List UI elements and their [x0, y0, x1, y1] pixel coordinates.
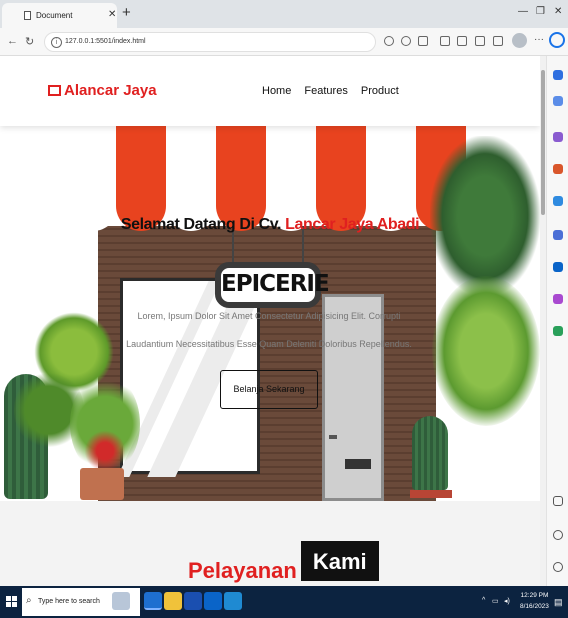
hero-section: EPICERIE Selamat Datang Di Cv. Lancar Ja…	[0, 126, 540, 501]
minimize-icon[interactable]: —	[518, 6, 528, 17]
services-title-red: Pelayanan	[188, 558, 297, 583]
new-tab-button[interactable]: +	[122, 4, 131, 21]
zoom-icon[interactable]	[401, 36, 411, 46]
windows-taskbar: ⌕ Type here to search ^ ▭ ◂) 12:29 PM 8/…	[0, 586, 568, 618]
brand-name: Alancar Jaya	[64, 82, 157, 99]
shopping-icon[interactable]	[553, 164, 563, 174]
discover-icon[interactable]	[553, 70, 563, 80]
search-sidebar-icon[interactable]	[553, 96, 563, 106]
maximize-icon[interactable]: ❐	[536, 6, 545, 17]
tab-title: Document	[36, 11, 73, 20]
volume-icon[interactable]: ◂)	[504, 597, 510, 605]
hero-description: Lorem, Ipsum Dolor Sit Amet Consectetur …	[126, 311, 412, 349]
refresh-icon[interactable]: ↻	[25, 35, 34, 48]
tab-document[interactable]: Document ✕	[2, 3, 117, 28]
games-icon[interactable]	[553, 196, 563, 206]
shop-now-button[interactable]: Belanja Sekarang	[220, 370, 318, 409]
nav-features[interactable]: Features	[304, 85, 347, 97]
outlook-icon[interactable]	[553, 262, 563, 272]
flower-pot-illustration	[80, 468, 124, 500]
split-view-icon[interactable]	[553, 496, 563, 506]
site-navbar: Alancar Jaya Home Features Product	[0, 56, 540, 126]
plant-illustration-right	[432, 276, 540, 426]
drop-icon[interactable]	[553, 326, 563, 336]
back-icon[interactable]: ←	[7, 35, 18, 47]
vscode-icon[interactable]	[224, 592, 242, 610]
notifications-icon[interactable]: ▤	[554, 597, 563, 608]
network-icon[interactable]: ▭	[492, 597, 499, 605]
page-viewport: Alancar Jaya Home Features Product EPICE…	[0, 56, 540, 586]
services-title-box: Kami	[300, 541, 379, 581]
ms-store-icon[interactable]	[184, 592, 202, 610]
tools-icon[interactable]	[553, 132, 563, 142]
file-explorer-icon[interactable]	[164, 592, 182, 610]
services-title: Pelayanan Kami	[188, 541, 379, 583]
taskbar-clock[interactable]: 12:29 PM 8/16/2023	[520, 590, 549, 612]
nav-home[interactable]: Home	[262, 85, 291, 97]
split-screen-icon[interactable]	[440, 36, 450, 46]
sidebar-settings-icon[interactable]	[553, 562, 563, 572]
close-tab-icon[interactable]: ✕	[108, 9, 116, 20]
small-cactus-illustration	[412, 416, 448, 490]
edge-sidebar	[546, 56, 568, 586]
tray-chevron-icon[interactable]: ^	[482, 597, 485, 604]
brand-logo[interactable]: Alancar Jaya	[48, 82, 157, 99]
taskbar-search-placeholder: Type here to search	[38, 598, 100, 605]
favorites-icon[interactable]	[457, 36, 467, 46]
favorite-star-icon[interactable]	[418, 36, 428, 46]
hero-title-accent: Lancar Jaya Abadi	[285, 216, 420, 233]
browser-window: Document ✕ + — ❐ ✕ ← ↻ i 127.0.0.1:5501/…	[0, 0, 568, 618]
url-field[interactable]: i 127.0.0.1:5501/index.html	[44, 32, 376, 52]
clock-date: 8/16/2023	[520, 603, 549, 610]
windows-start-icon[interactable]	[6, 596, 18, 608]
site-info-icon[interactable]: i	[51, 37, 62, 48]
search-highlight-image[interactable]	[112, 592, 130, 610]
services-section: Pelayanan Kami	[0, 501, 540, 586]
copilot-app-icon[interactable]	[553, 230, 563, 240]
tab-strip: Document ✕ + — ❐ ✕	[0, 0, 568, 28]
clock-time: 12:29 PM	[520, 592, 549, 599]
profile-avatar[interactable]	[512, 33, 527, 48]
hero-title: Selamat Datang Di Cv. Lancar Jaya Abadi	[120, 216, 420, 233]
bing-copilot-icon[interactable]	[549, 32, 565, 48]
palm-leaves-illustration	[430, 136, 540, 296]
search-icon: ⌕	[26, 595, 32, 606]
open-external-icon[interactable]	[553, 530, 563, 540]
nav-product[interactable]: Product	[361, 85, 399, 97]
nav-links: Home Features Product	[262, 85, 409, 97]
read-aloud-icon[interactable]	[384, 36, 394, 46]
page-icon	[24, 11, 31, 20]
address-bar: ← ↻ i 127.0.0.1:5501/index.html ···	[0, 28, 568, 56]
extensions-icon[interactable]	[493, 36, 503, 46]
mail-icon[interactable]	[204, 592, 222, 610]
basket-icon	[48, 85, 61, 96]
edge-app-icon[interactable]	[144, 592, 162, 610]
url-text: 127.0.0.1:5501/index.html	[65, 38, 146, 45]
close-window-icon[interactable]: ✕	[554, 6, 562, 17]
office-icon[interactable]	[553, 294, 563, 304]
collections-icon[interactable]	[475, 36, 485, 46]
more-menu-icon[interactable]: ···	[534, 34, 544, 45]
scrollbar-thumb[interactable]	[541, 70, 545, 215]
